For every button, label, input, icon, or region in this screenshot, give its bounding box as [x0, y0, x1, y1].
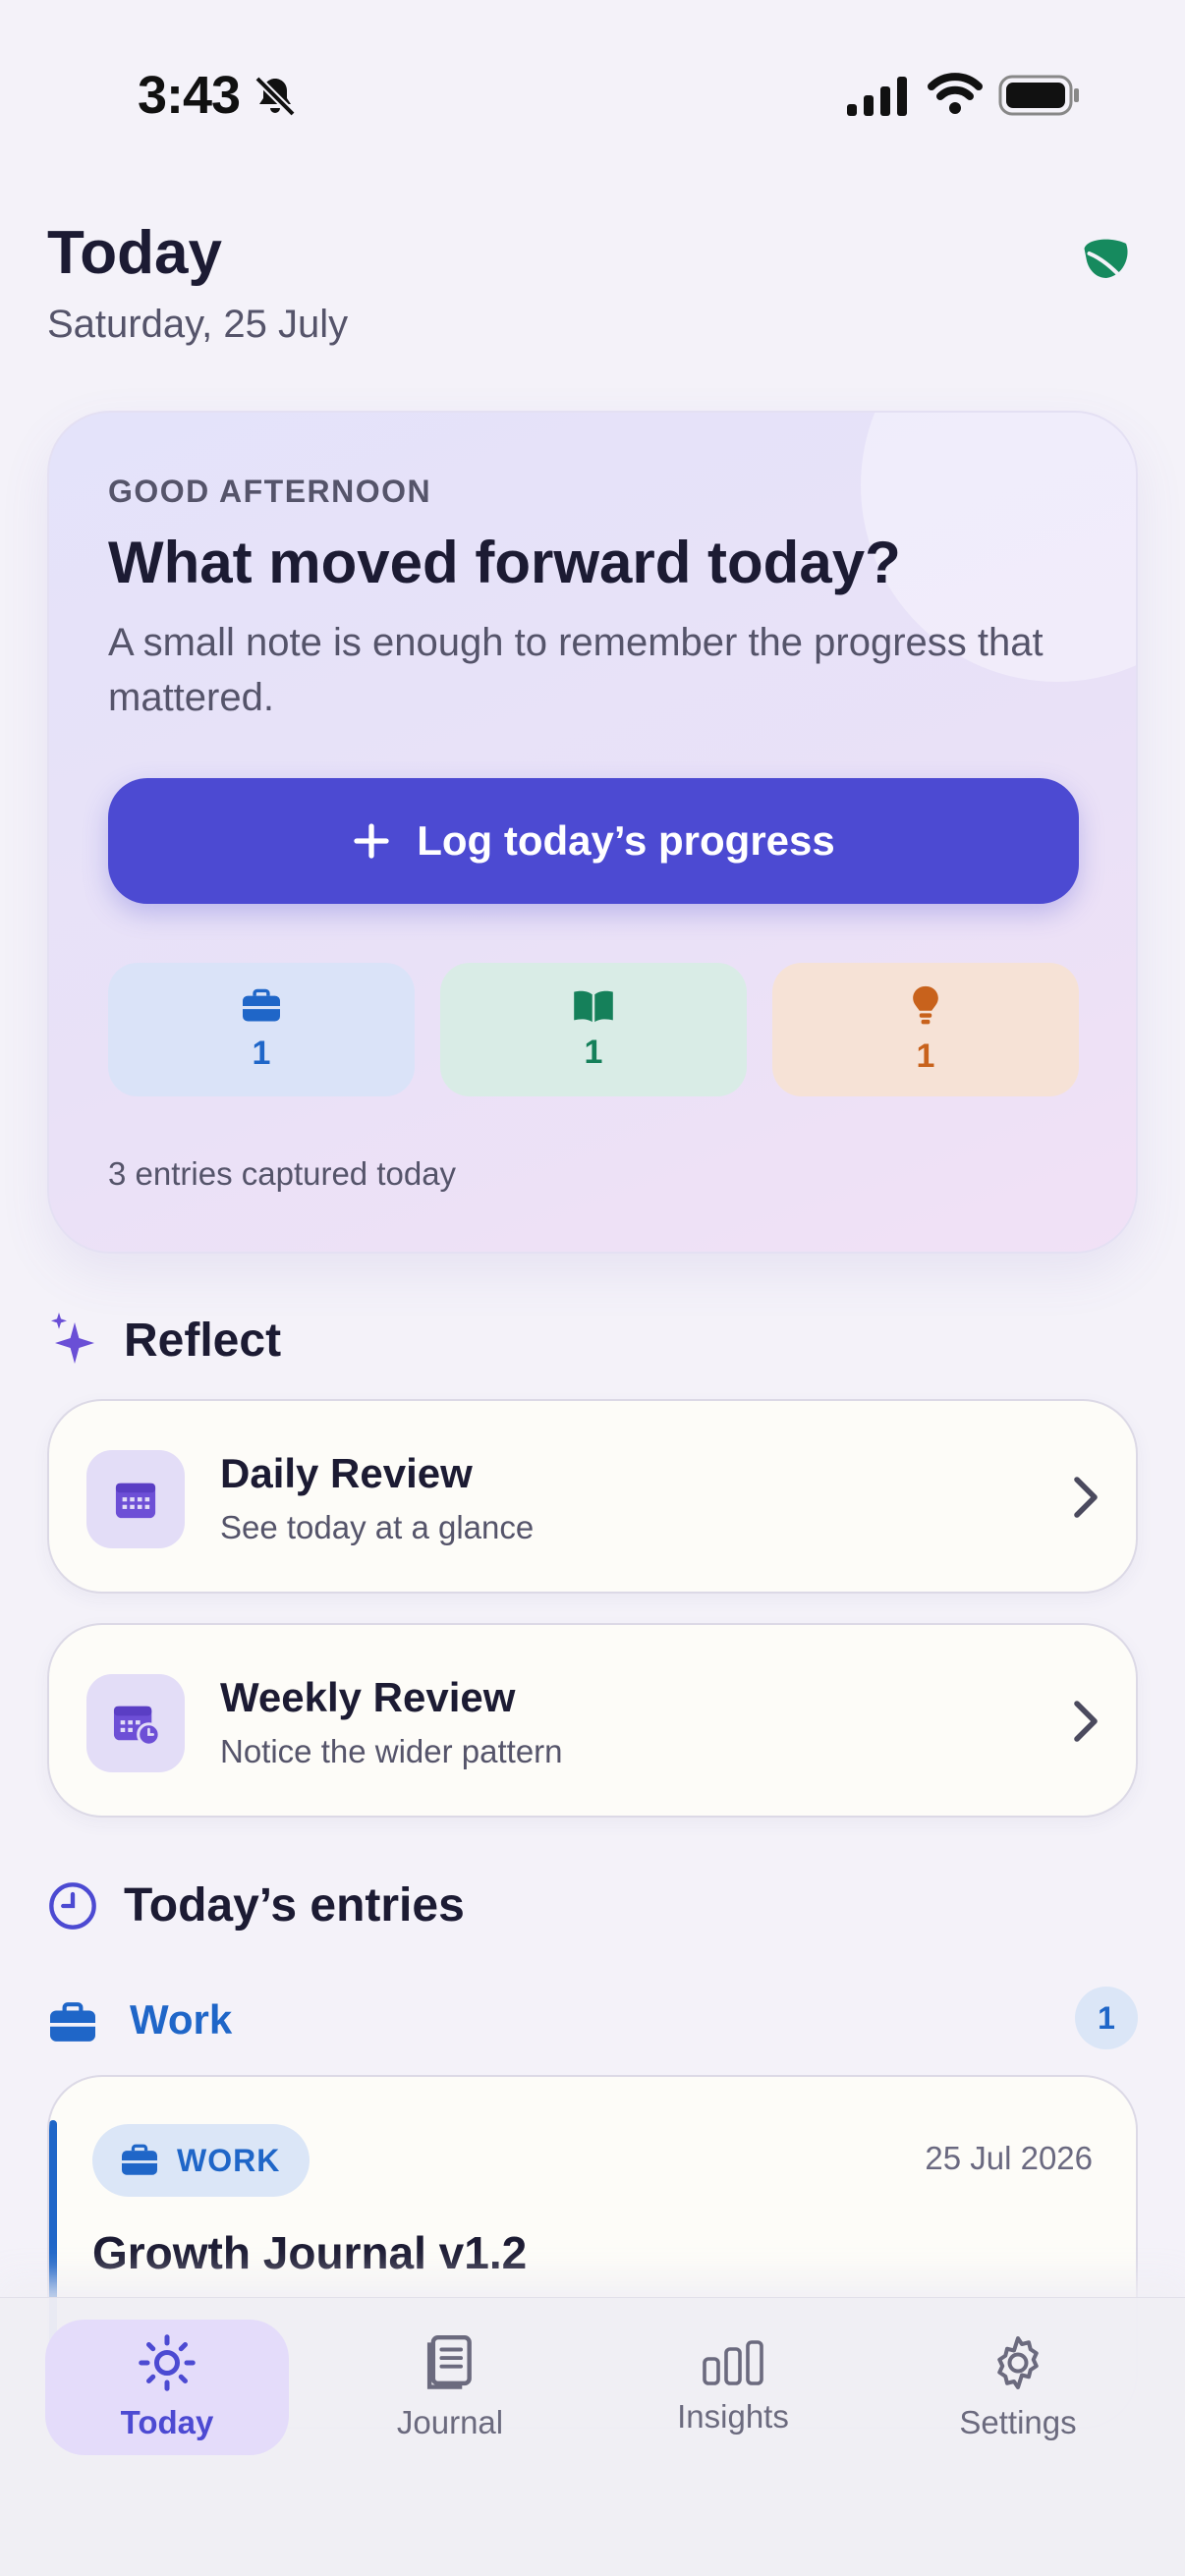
daily-review-icon-box	[86, 1450, 185, 1548]
sparkles-icon	[51, 1313, 94, 1364]
work-group-label: Work	[130, 1996, 233, 2043]
weekly-review-icon-box	[86, 1674, 185, 1772]
entry-category-label: WORK	[177, 2142, 281, 2178]
reflect-section-title: Reflect	[47, 1311, 281, 1370]
stat-count-ideas: 1	[916, 1036, 935, 1075]
tab-today[interactable]: Today	[45, 2320, 289, 2455]
briefcase-icon	[122, 2144, 157, 2175]
weekly-review-title: Weekly Review	[220, 1674, 516, 1720]
tab-insights-label: Insights	[677, 2398, 789, 2435]
tab-journal-label: Journal	[396, 2404, 504, 2440]
entries-title-text: Today’s entries	[124, 1879, 465, 1932]
page-title: Today	[47, 219, 222, 287]
briefcase-icon	[50, 2002, 95, 2042]
daily-review-subtitle: See today at a glance	[220, 1509, 535, 1545]
tab-settings[interactable]: Settings	[896, 2320, 1140, 2455]
stat-tile-ideas[interactable]: 1	[772, 963, 1079, 1096]
hero-card: GOOD AFTERNOON What moved forward today?…	[47, 411, 1138, 1254]
tab-bar: Today Journal Insights Settings	[0, 2297, 1185, 2576]
calendar-icon	[115, 1483, 156, 1519]
status-time: 3:43	[138, 66, 241, 125]
weekly-review-card[interactable]: Weekly Review Notice the wider pattern	[47, 1623, 1138, 1818]
log-progress-button[interactable]: Log today’s progress	[108, 778, 1079, 904]
page-date: Saturday, 25 July	[47, 303, 349, 346]
entry-date: 25 Jul 2026	[925, 2140, 1093, 2176]
stat-count-work: 1	[252, 1034, 271, 1072]
calendar-clock-icon	[113, 1706, 160, 1746]
chevron-right-icon	[1074, 1477, 1098, 1518]
hero-heading: What moved forward today?	[108, 530, 901, 595]
work-count-badge: 1	[1075, 1987, 1138, 2049]
battery-icon	[998, 75, 1079, 116]
log-progress-label: Log today’s progress	[417, 817, 835, 864]
bell-slash-icon	[254, 76, 296, 117]
cellular-signal-icon	[847, 77, 907, 116]
entries-section-title: Today’s entries	[47, 1878, 465, 1932]
leaf-icon[interactable]	[1077, 234, 1136, 293]
status-bar: 3:43	[0, 0, 1185, 187]
entry-title: Growth Journal v1.2	[92, 2227, 528, 2278]
stat-tile-learning[interactable]: 1	[440, 963, 747, 1096]
reflect-title-text: Reflect	[124, 1314, 282, 1367]
sun-icon	[139, 2334, 196, 2391]
tab-today-label: Today	[120, 2404, 214, 2440]
tab-journal[interactable]: Journal	[328, 2320, 572, 2455]
stat-count-learning: 1	[584, 1033, 603, 1071]
stat-tile-work[interactable]: 1	[108, 963, 415, 1096]
tab-insights[interactable]: Insights	[611, 2320, 855, 2455]
clock-icon	[49, 1881, 96, 1930]
hero-subtitle: A small note is enough to remember the p…	[108, 621, 1044, 719]
daily-review-card[interactable]: Daily Review See today at a glance	[47, 1399, 1138, 1594]
briefcase-icon	[243, 988, 280, 1022]
hero-greeting: GOOD AFTERNOON	[108, 474, 432, 509]
tab-settings-label: Settings	[959, 2404, 1077, 2440]
daily-review-title: Daily Review	[220, 1450, 473, 1496]
weekly-review-subtitle: Notice the wider pattern	[220, 1733, 563, 1769]
chevron-right-icon	[1074, 1701, 1098, 1742]
bar-chart-icon	[703, 2340, 763, 2385]
plus-icon	[354, 823, 389, 859]
entry-category-chip: WORK	[92, 2124, 310, 2197]
entries-summary: 3 entries captured today	[108, 1155, 457, 1192]
gear-icon	[997, 2336, 1039, 2389]
journal-icon	[426, 2335, 472, 2389]
book-icon	[574, 990, 613, 1022]
work-group-header[interactable]: Work 1	[47, 1987, 1138, 2049]
lightbulb-icon	[913, 985, 938, 1024]
wifi-icon	[928, 73, 983, 114]
